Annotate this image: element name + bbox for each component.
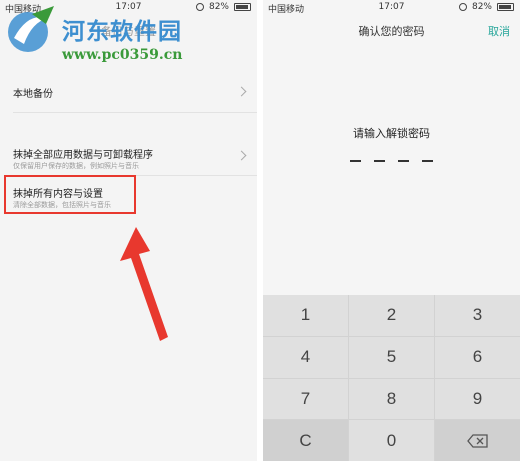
key-2[interactable]: 2 [349, 295, 434, 336]
delete-key[interactable] [435, 420, 520, 461]
nav-bar: 确认您的密码 取消 [263, 17, 520, 43]
battery-percent: 82% [471, 2, 492, 12]
battery-fill [499, 5, 512, 9]
battery-icon [497, 3, 514, 11]
divider [13, 112, 257, 113]
battery-percent: 82% [208, 2, 229, 12]
status-right: 82% [195, 2, 251, 12]
key-1[interactable]: 1 [263, 295, 348, 336]
erase-app-data-row[interactable]: 抹掉全部应用数据与可卸载程序 仅保留用户保存的数据，例如照片与音乐 [0, 140, 257, 172]
key-6[interactable]: 6 [435, 336, 520, 378]
alarm-icon [458, 3, 467, 11]
passcode-slot [398, 160, 409, 162]
numeric-keypad: 1 2 3 4 5 6 7 8 9 C 0 [263, 295, 520, 461]
alarm-icon [195, 3, 204, 11]
local-backup-row[interactable]: 本地备份 [0, 76, 257, 106]
passcode-slot [350, 160, 361, 162]
confirm-password-screen: 中国移动 17:07 82% 确认您的密码 取消 请输入解锁密码 1 2 3 4… [263, 0, 520, 461]
watermark-logo-icon [8, 6, 54, 52]
key-7[interactable]: 7 [263, 378, 348, 420]
backup-reset-screen: 中国移动 17:07 82% 备份与重置 河东软件园 www.pc0359.cn… [0, 0, 257, 461]
key-clear[interactable]: C [263, 420, 348, 461]
backspace-icon [466, 433, 488, 448]
key-5[interactable]: 5 [349, 336, 434, 378]
status-bar: 中国移动 17:07 82% [263, 0, 520, 16]
page-title: 确认您的密码 [358, 25, 425, 38]
key-8[interactable]: 8 [349, 378, 434, 420]
annotation-highlight-box [4, 175, 136, 214]
watermark-title: 河东软件园 [62, 18, 182, 45]
battery-icon [234, 3, 251, 11]
status-right: 82% [458, 2, 514, 12]
local-backup-label: 本地备份 [13, 89, 53, 100]
watermark-url: www.pc0359.cn [62, 47, 183, 63]
passcode-dots [263, 160, 520, 162]
key-3[interactable]: 3 [435, 295, 520, 336]
key-0[interactable]: 0 [349, 420, 434, 461]
passcode-slot [422, 160, 433, 162]
chevron-right-icon [236, 150, 247, 161]
chevron-right-icon [236, 86, 247, 97]
passcode-slot [374, 160, 385, 162]
annotation-arrow-icon [120, 227, 168, 341]
passcode-prompt: 请输入解锁密码 [353, 127, 430, 140]
key-9[interactable]: 9 [435, 378, 520, 420]
cancel-button[interactable]: 取消 [488, 23, 510, 39]
battery-fill [236, 5, 249, 9]
key-4[interactable]: 4 [263, 336, 348, 378]
erase-app-data-sub: 仅保留用户保存的数据，例如照片与音乐 [13, 162, 139, 170]
erase-app-data-label: 抹掉全部应用数据与可卸载程序 [13, 150, 153, 161]
